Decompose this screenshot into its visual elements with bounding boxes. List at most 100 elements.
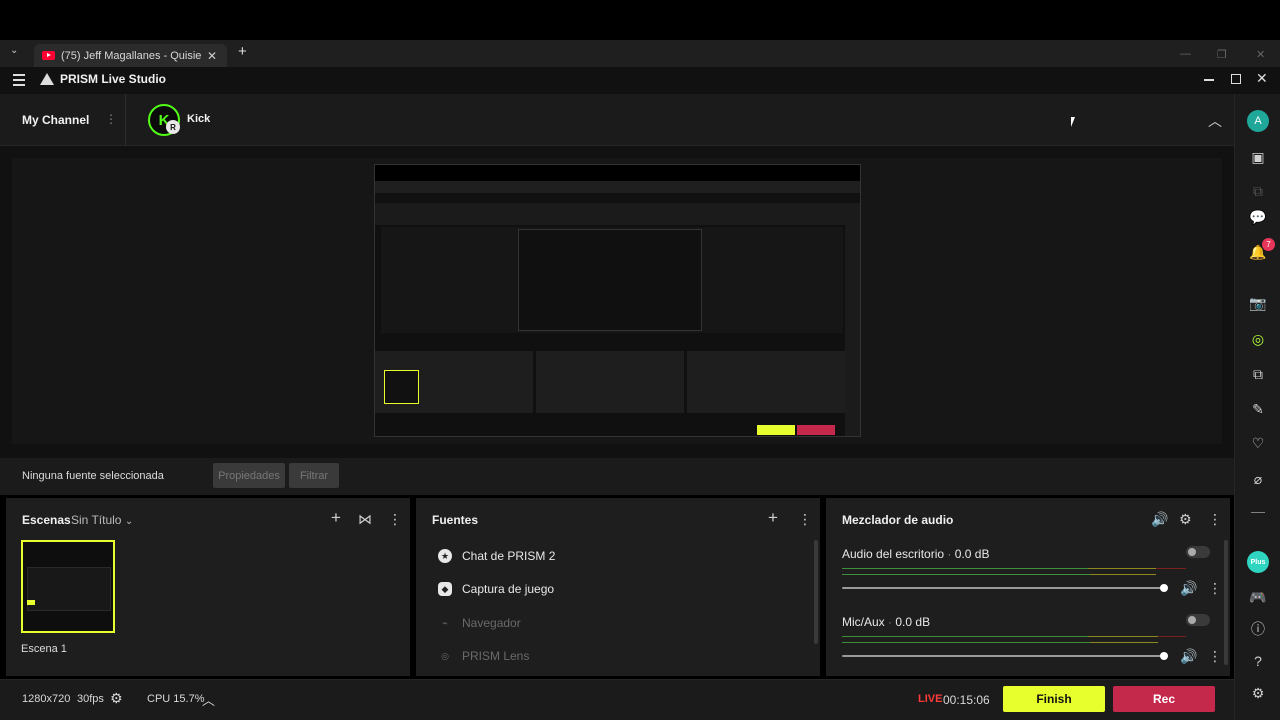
nested-sources	[536, 351, 684, 413]
screen: ⌄ (75) Jeff Magallanes - Quisiera ✕ + — …	[0, 0, 1280, 720]
speaker-icon[interactable]: 🔊	[1180, 581, 1197, 595]
source-label: Navegador	[462, 616, 521, 630]
stats-chevron-up-icon[interactable]: ︿	[202, 690, 215, 709]
sources-scrollbar[interactable]	[814, 540, 818, 644]
rec-button[interactable]: Rec	[1113, 686, 1215, 712]
mixer-scrollbar[interactable]	[1224, 540, 1228, 665]
add-scene-icon[interactable]: +	[331, 509, 341, 526]
app-brand: PRISM Live Studio	[40, 72, 166, 86]
browser-tab[interactable]: (75) Jeff Magallanes - Quisiera ✕	[34, 44, 227, 67]
layout-icon[interactable]: ▣	[1249, 148, 1267, 166]
prism-logo-icon	[40, 73, 54, 85]
my-channel-label: My Channel	[22, 113, 90, 127]
cpu-label: CPU 15.7%	[147, 693, 205, 705]
source-item[interactable]: ◎ PRISM Lens	[438, 649, 529, 663]
close-icon[interactable]: ✕	[1256, 70, 1268, 87]
source-item[interactable]: ◆ Captura de juego	[438, 582, 554, 596]
channel-more-icon[interactable]: ⋮	[1208, 581, 1222, 595]
close-tab-icon[interactable]: ✕	[207, 49, 217, 63]
settings-icon[interactable]: ⚙	[1249, 684, 1267, 702]
properties-button[interactable]: Propiedades	[213, 463, 285, 488]
live-timer: 00:15:06	[943, 693, 990, 707]
add-source-icon[interactable]: +	[768, 509, 778, 526]
mouse-cursor-icon	[1071, 117, 1075, 127]
copy-icon[interactable]: ⧉	[1249, 365, 1267, 383]
nested-mixer	[687, 351, 845, 413]
output-settings-icon[interactable]: ⚙	[110, 690, 123, 707]
audio-channel-label: Mic/Aux · 0.0 dB	[842, 615, 931, 629]
alert-icon[interactable]: ⓘ	[1249, 620, 1267, 638]
source-item[interactable]: ⌁ Navegador	[438, 616, 521, 630]
browser-minimize-icon[interactable]: —	[1180, 48, 1191, 60]
volume-slider-knob[interactable]	[1160, 584, 1168, 592]
mixer-more-icon[interactable]: ⋮	[1208, 512, 1222, 526]
sticker-icon[interactable]: ⌀	[1249, 470, 1267, 488]
chat-icon[interactable]: 💬	[1249, 208, 1267, 226]
help-icon[interactable]: ?	[1249, 652, 1267, 670]
transition-icon[interactable]: ⋈	[358, 512, 372, 526]
link-icon: ⌁	[442, 617, 448, 628]
audio-channel-level: 0.0 dB	[954, 547, 990, 561]
virtual-camera-icon[interactable]: ◎	[1249, 330, 1267, 348]
nested-titlebar	[375, 193, 860, 203]
multiview-icon[interactable]: ⧉	[1249, 182, 1267, 200]
audio-meter-yellow	[1090, 574, 1156, 575]
channel-bar: My Channel ⋮ K R Kick ︿	[0, 94, 1234, 146]
mixer-settings-icon[interactable]: ⚙	[1179, 512, 1192, 526]
nested-finish-button	[757, 425, 795, 435]
sources-title: Fuentes	[432, 513, 479, 527]
heart-icon[interactable]: ♡	[1249, 434, 1267, 452]
speaker-icon[interactable]: 🔊	[1180, 649, 1197, 663]
scene-collection-dropdown[interactable]: Sin Título ⌄	[71, 513, 133, 527]
source-item[interactable]: ★ Chat de PRISM 2	[438, 549, 555, 563]
scenes-more-icon[interactable]: ⋮	[388, 512, 402, 526]
hamburger-menu-icon[interactable]	[13, 74, 25, 86]
scene-thumb-mark	[27, 600, 35, 605]
browser-close-icon[interactable]: ✕	[1256, 48, 1265, 61]
audio-toggle[interactable]	[1186, 614, 1210, 626]
audio-toggle[interactable]	[1186, 546, 1210, 558]
gamepad-icon: ◆	[438, 582, 452, 596]
sources-more-icon[interactable]: ⋮	[798, 512, 812, 526]
new-tab-button[interactable]: +	[238, 43, 247, 60]
channel-more-icon[interactable]: ⋮	[1208, 649, 1222, 663]
rec-badge: R	[166, 120, 180, 134]
audio-meter-red	[1156, 568, 1186, 569]
minimize-icon[interactable]	[1204, 79, 1214, 81]
browser-maximize-icon[interactable]: ❐	[1217, 48, 1227, 61]
notification-badge: 7	[1262, 238, 1275, 251]
account-avatar[interactable]: A	[1247, 110, 1269, 132]
channel-more-icon[interactable]: ⋮	[105, 112, 117, 126]
browser-tab-title: (75) Jeff Magallanes - Quisiera	[61, 49, 201, 62]
app-name: PRISM Live Studio	[60, 72, 167, 86]
volume-slider-knob[interactable]	[1160, 652, 1168, 660]
gamepad-rail-icon[interactable]: 🎮	[1249, 588, 1267, 606]
draw-icon[interactable]: ✎	[1249, 400, 1267, 418]
app-title-bar: PRISM Live Studio ✕	[0, 67, 1280, 94]
scene-label: Escena 1	[21, 643, 67, 655]
volume-slider[interactable]	[842, 655, 1166, 657]
finish-button[interactable]: Finish	[1003, 686, 1105, 712]
maximize-icon[interactable]	[1231, 74, 1241, 84]
more-rail-icon[interactable]: ―	[1249, 502, 1267, 520]
canvas-black-bar	[375, 165, 860, 181]
nested-rail	[845, 203, 860, 436]
speaker-icon[interactable]: 🔊	[1151, 512, 1168, 526]
plus-badge-icon[interactable]: Plus	[1247, 551, 1269, 573]
filter-button[interactable]: Filtrar	[289, 463, 339, 488]
volume-slider[interactable]	[842, 587, 1166, 589]
source-label: PRISM Lens	[462, 649, 530, 663]
audio-channel-name: Mic/Aux	[842, 615, 885, 629]
camera-icon[interactable]: 📷	[1249, 294, 1267, 312]
preview-canvas[interactable]	[374, 164, 861, 437]
tab-list-chevron-icon[interactable]: ⌄	[10, 45, 18, 56]
collapse-chevron-icon[interactable]: ︿	[1208, 111, 1222, 131]
chevron-down-icon: ⌄	[124, 516, 134, 527]
nested-inner-canvas	[518, 229, 702, 331]
scenes-title: Escenas	[22, 513, 71, 527]
resolution-label: 1280x720	[22, 693, 71, 705]
audio-meter-green	[842, 568, 1088, 569]
right-sidebar: A ▣ ⧉ 💬 🔔 7 📷 ◎ ⧉ ✎ ♡ ⌀ ― Plus 🎮 ⓘ ? ⚙	[1234, 94, 1280, 720]
scene-thumbnail[interactable]	[21, 540, 115, 633]
nested-rec-button	[797, 425, 835, 435]
